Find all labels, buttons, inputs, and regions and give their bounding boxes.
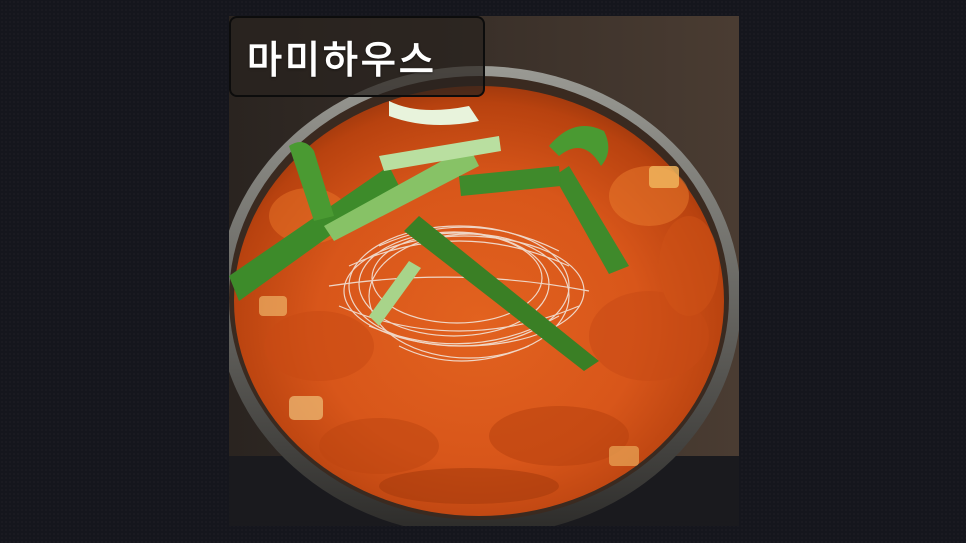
title-text: 마미하우스 — [247, 38, 437, 82]
title-banner: 마미하우스 — [229, 16, 485, 97]
